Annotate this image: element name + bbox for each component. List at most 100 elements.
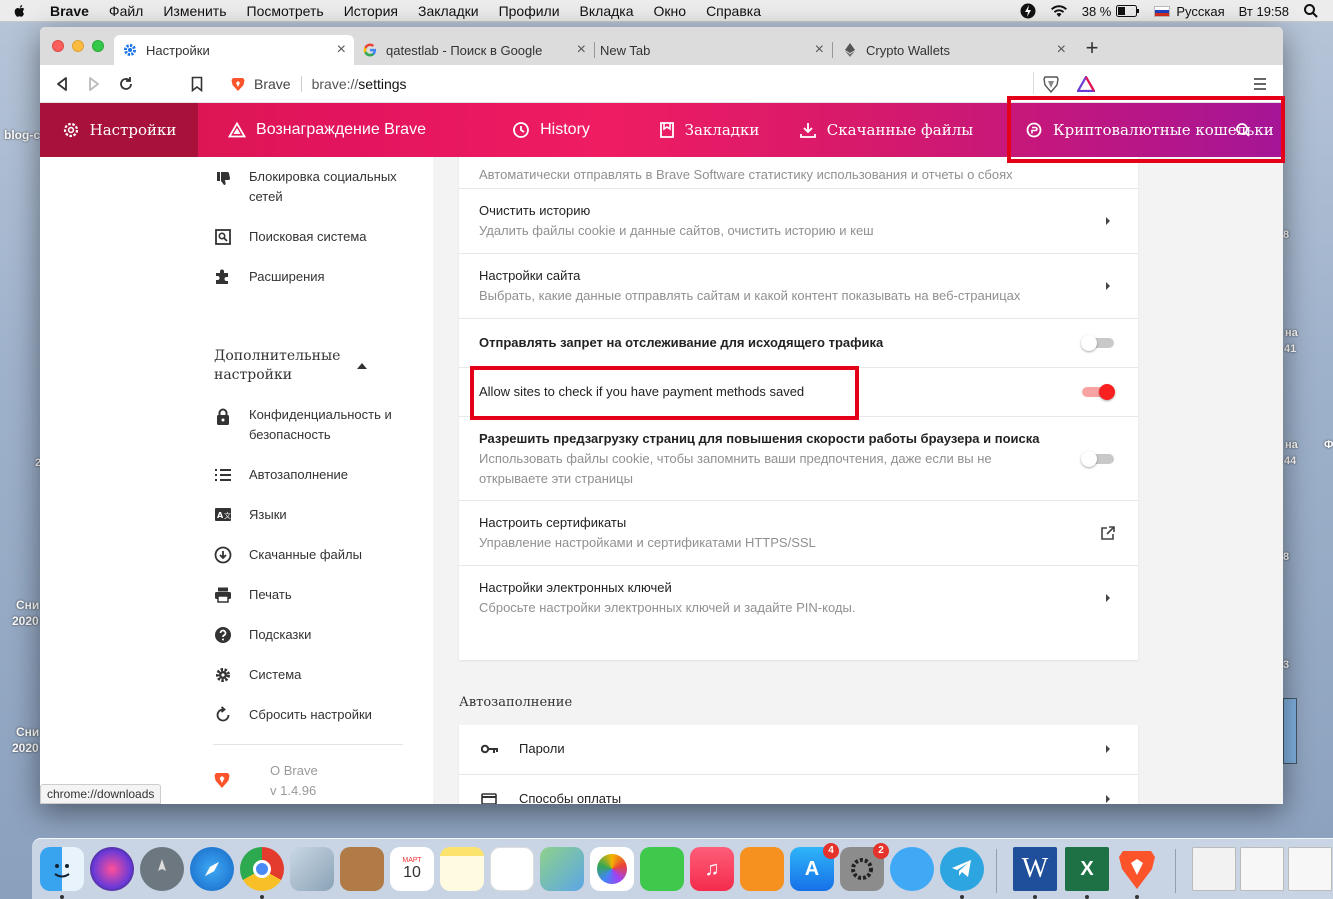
menu-help[interactable]: Справка <box>706 3 761 19</box>
menu-bookmarks[interactable]: Закладки <box>418 3 479 19</box>
brave-rewards-icon[interactable] <box>1076 74 1096 94</box>
sidebar-item-system[interactable]: Система <box>183 665 433 685</box>
sidebar-item-extensions[interactable]: Расширения <box>183 267 433 287</box>
calendar-icon[interactable]: МАРТ 10 <box>390 847 434 891</box>
tab-google-search[interactable]: qatestlab - Поиск в Google × <box>354 35 594 65</box>
finder-icon[interactable] <box>40 847 84 891</box>
sidebar-item-printing[interactable]: Печать <box>183 585 433 605</box>
wifi-icon[interactable] <box>1050 4 1068 18</box>
mail-eagle-icon[interactable] <box>290 847 334 891</box>
microsoft-excel-icon[interactable]: X <box>1065 847 1109 891</box>
row-site-settings[interactable]: Настройки сайта Выбрать, какие данные от… <box>459 253 1138 318</box>
row-payment-methods-autofill[interactable]: Способы оплаты <box>459 774 1138 804</box>
desktop-icon-label[interactable]: 2020 <box>12 613 39 629</box>
menu-history[interactable]: История <box>344 3 398 19</box>
brave-shields-icon[interactable] <box>1041 74 1061 94</box>
download-circle-icon <box>213 545 233 565</box>
brave-browser-icon[interactable] <box>1115 847 1159 891</box>
telegram-icon[interactable] <box>940 847 984 891</box>
screenshot-thumbnail-icon[interactable] <box>1288 847 1332 891</box>
chevron-right-icon <box>1106 795 1110 803</box>
sidebar-item-privacy[interactable]: Конфиденциальность и безопасность <box>183 405 433 445</box>
nav-brave-rewards[interactable]: Вознаграждение Brave <box>198 103 456 157</box>
launchpad-icon[interactable] <box>140 847 184 891</box>
row-do-not-track: Отправлять запрет на отслеживание для ис… <box>459 318 1138 367</box>
chevron-right-icon <box>1106 217 1110 225</box>
sidebar-item-autofill[interactable]: Автозаполнение <box>183 465 433 485</box>
nav-settings[interactable]: Настройки <box>40 103 198 157</box>
maps-icon[interactable] <box>540 847 584 891</box>
desktop-icon-label[interactable]: Сни <box>16 724 39 740</box>
payment-methods-toggle[interactable] <box>1082 384 1116 400</box>
row-passwords[interactable]: Пароли <box>459 725 1138 774</box>
tab-new-tab[interactable]: New Tab × <box>592 35 832 65</box>
back-icon[interactable] <box>52 74 72 94</box>
downloads-stack-icon[interactable] <box>1240 847 1284 891</box>
address-bar[interactable]: Brave brave://settings <box>220 70 1036 98</box>
sidebar-item-reset[interactable]: Сбросить настройки <box>183 705 433 725</box>
messages-icon[interactable] <box>890 847 934 891</box>
row-security-keys[interactable]: Настройки электронных ключей Сбросьте на… <box>459 565 1138 630</box>
menu-profiles[interactable]: Профили <box>499 3 560 19</box>
battery-status[interactable]: 38 % <box>1082 4 1141 19</box>
menu-hamburger-icon[interactable] <box>1250 74 1270 94</box>
sidebar-item-languages[interactable]: A文 Языки <box>183 505 433 525</box>
bookmark-icon[interactable] <box>187 74 207 94</box>
menu-file[interactable]: Файл <box>109 3 143 19</box>
menu-window[interactable]: Окно <box>654 3 687 19</box>
menu-view[interactable]: Посмотреть <box>247 3 324 19</box>
menu-bar: Brave Файл Изменить Посмотреть История З… <box>0 0 1333 22</box>
reminders-icon[interactable] <box>490 847 534 891</box>
photos-icon[interactable] <box>590 847 634 891</box>
notes-icon[interactable] <box>440 847 484 891</box>
reload-icon[interactable] <box>116 74 136 94</box>
chevron-up-icon <box>357 363 367 369</box>
safari-icon[interactable] <box>190 847 234 891</box>
advanced-settings-toggle[interactable]: Дополнительные настройки <box>214 347 414 385</box>
menu-edit[interactable]: Изменить <box>163 3 226 19</box>
sidebar-item-search-engine[interactable]: Поисковая система <box>183 227 433 247</box>
sidebar-item-social-blocking[interactable]: Блокировка социальных сетей <box>183 167 433 207</box>
sidebar-item-downloads[interactable]: Скачанные файлы <box>183 545 433 565</box>
preload-toggle[interactable] <box>1081 451 1116 467</box>
close-tab-icon[interactable]: × <box>577 41 586 59</box>
facetime-icon[interactable] <box>640 847 684 891</box>
close-window-button[interactable] <box>52 40 64 52</box>
input-source[interactable]: Русская <box>1154 4 1225 19</box>
close-tab-icon[interactable]: × <box>1057 41 1066 59</box>
new-tab-button[interactable]: + <box>1080 37 1104 59</box>
menu-app-name[interactable]: Brave <box>50 3 89 19</box>
nav-downloads[interactable]: Скачанные файлы <box>772 103 1000 157</box>
sidebar-item-help[interactable]: Подсказки <box>183 625 433 645</box>
desktop-icon-label[interactable]: Сни <box>16 597 39 613</box>
chrome-icon[interactable] <box>240 847 284 891</box>
spotlight-search-icon[interactable] <box>1303 3 1319 19</box>
apple-icon[interactable] <box>12 3 28 19</box>
nav-history[interactable]: History <box>456 103 646 157</box>
minimize-window-button[interactable] <box>72 40 84 52</box>
close-tab-icon[interactable]: × <box>337 41 346 59</box>
desktop-icon-label[interactable]: 2020 <box>12 740 39 756</box>
menu-tab[interactable]: Вкладка <box>580 3 634 19</box>
tab-crypto-wallets[interactable]: Crypto Wallets × <box>834 35 1074 65</box>
nav-bookmarks[interactable]: Закладки <box>646 103 772 157</box>
books-icon[interactable] <box>740 847 784 891</box>
about-brave-link[interactable]: О Brave v 1.4.96 <box>270 761 318 801</box>
siri-icon[interactable] <box>90 847 134 891</box>
document-thumbnail-icon[interactable] <box>1192 847 1236 891</box>
tab-settings[interactable]: Настройки × <box>114 35 354 65</box>
row-subtitle: Сбросьте настройки электронных ключей и … <box>479 600 856 615</box>
row-clear-history[interactable]: Очистить историю Удалить файлы cookie и … <box>459 188 1138 253</box>
menu-clock[interactable]: Вт 19:58 <box>1239 4 1289 19</box>
forward-icon[interactable] <box>84 74 104 94</box>
desktop-icon-label[interactable]: blog-c <box>4 127 40 143</box>
desktop-file-thumbnail[interactable] <box>1283 698 1297 764</box>
power-icon[interactable] <box>1020 3 1036 19</box>
row-manage-certificates[interactable]: Настроить сертификаты Управление настрой… <box>459 500 1138 565</box>
microsoft-word-icon[interactable]: W <box>1013 847 1057 891</box>
do-not-track-toggle[interactable] <box>1081 335 1116 351</box>
contacts-icon[interactable] <box>340 847 384 891</box>
close-tab-icon[interactable]: × <box>815 41 824 59</box>
music-icon[interactable]: ♫ <box>690 847 734 891</box>
maximize-window-button[interactable] <box>92 40 104 52</box>
